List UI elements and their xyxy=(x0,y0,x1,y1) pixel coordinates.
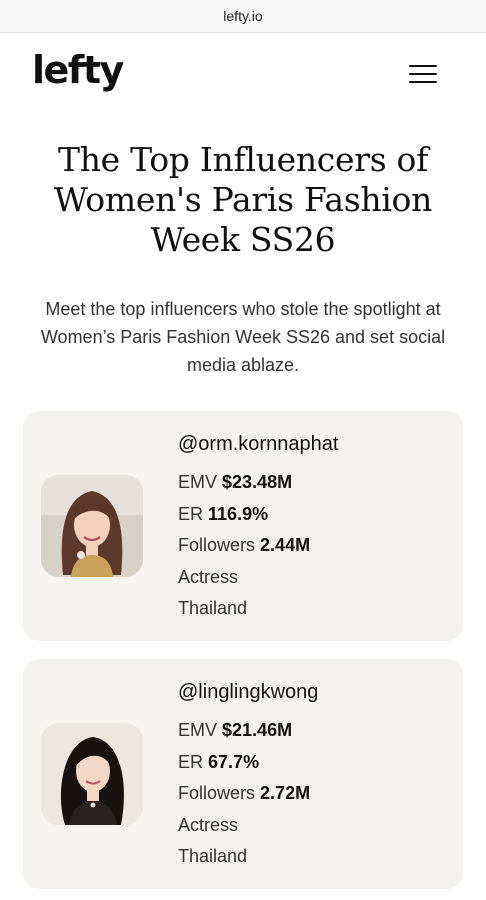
emv-value: $21.46M xyxy=(222,720,293,740)
followers-value: 2.72M xyxy=(260,783,311,803)
followers-value: 2.44M xyxy=(260,535,311,555)
er-label: ER xyxy=(178,751,204,772)
followers-row: Followers 2.44M xyxy=(178,530,448,562)
influencer-handle[interactable]: @orm.kornnaphat xyxy=(178,427,448,461)
followers-label: Followers xyxy=(178,535,256,555)
emv-label: EMV xyxy=(178,472,218,492)
influencer-card[interactable]: @linglingkwong EMV $21.46M ER 67.7% Foll… xyxy=(23,659,463,889)
emv-value: $23.48M xyxy=(222,472,293,492)
er-label: ER xyxy=(178,503,204,524)
influencer-info: @orm.kornnaphat EMV $23.48M ER 116.9% Fo… xyxy=(178,427,448,625)
profession: Actress xyxy=(178,814,239,835)
er-row: ER 67.7% xyxy=(178,747,448,779)
page-subtitle: Meet the top influencers who stole the s… xyxy=(40,299,446,375)
avatar xyxy=(41,723,143,825)
er-row: ER 116.9% xyxy=(178,499,448,531)
er-value: 116.9% xyxy=(208,503,269,524)
country: Thailand xyxy=(178,598,248,618)
followers-label: Followers xyxy=(178,783,256,803)
hamburger-menu-icon[interactable] xyxy=(406,61,440,87)
lefty-logo[interactable]: lefty xyxy=(32,51,124,89)
country: Thailand xyxy=(178,846,248,866)
influencer-card[interactable]: @orm.kornnaphat EMV $23.48M ER 116.9% Fo… xyxy=(23,411,463,641)
profession: Actress xyxy=(178,566,239,587)
influencer-info: @linglingkwong EMV $21.46M ER 67.7% Foll… xyxy=(178,675,448,873)
emv-label: EMV xyxy=(178,720,218,740)
influencer-handle[interactable]: @linglingkwong xyxy=(178,675,448,709)
page-title: The Top Influencers of Women's Paris Fas… xyxy=(53,140,433,259)
emv-row: EMV $21.46M xyxy=(178,715,448,747)
er-value: 67.7% xyxy=(208,751,260,772)
followers-row: Followers 2.72M xyxy=(178,778,448,810)
site-header: lefty xyxy=(0,33,486,117)
avatar xyxy=(41,475,143,577)
url-text[interactable]: lefty.io xyxy=(223,8,262,24)
browser-url-bar[interactable]: lefty.io xyxy=(0,0,486,33)
emv-row: EMV $23.48M xyxy=(178,467,448,499)
